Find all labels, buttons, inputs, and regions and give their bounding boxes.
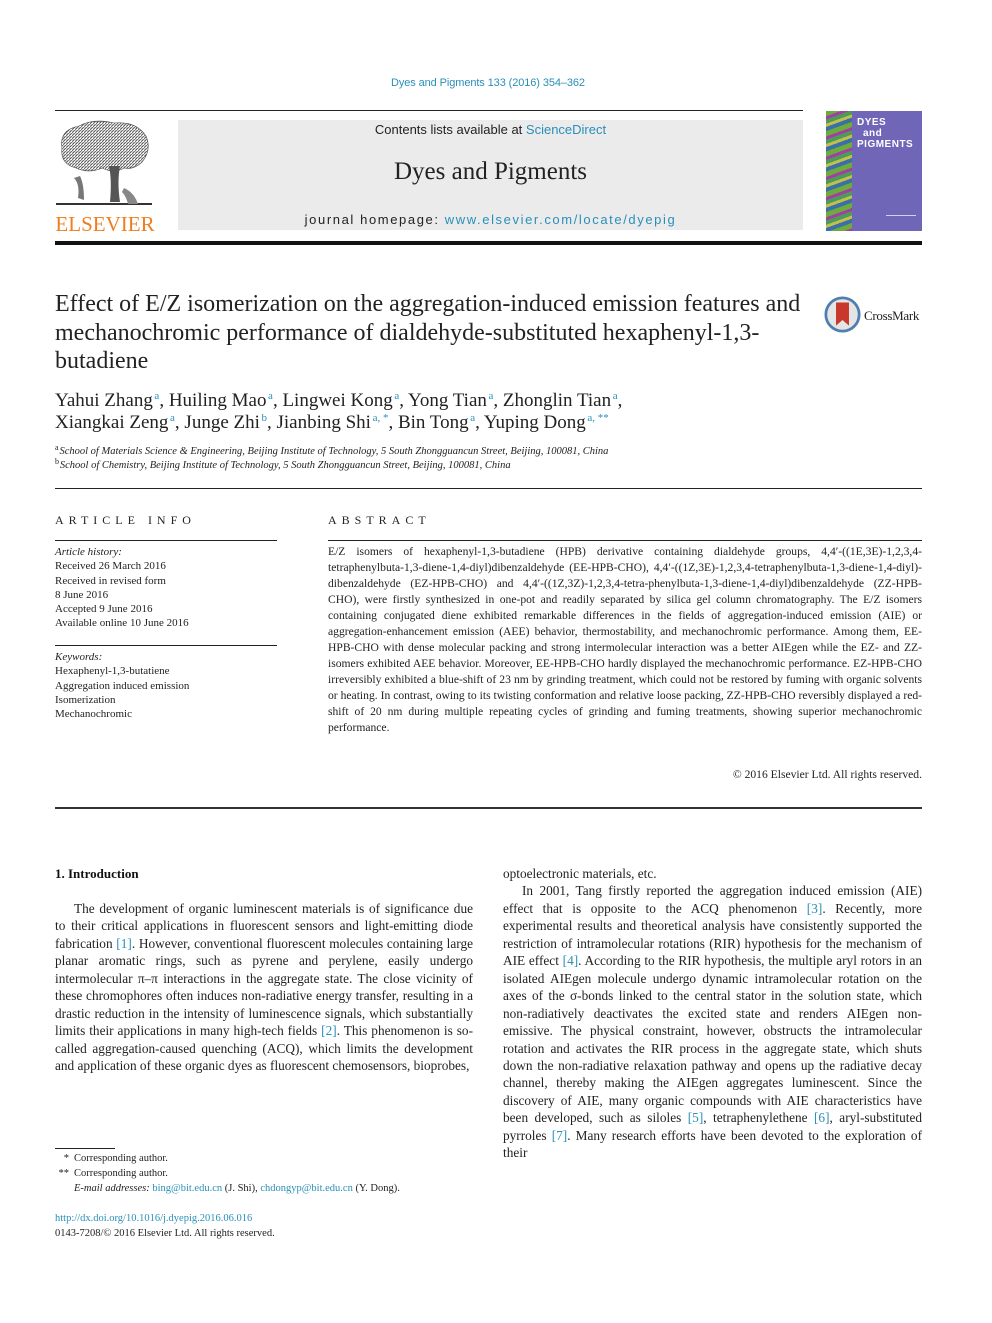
header-rule xyxy=(55,110,803,111)
abstract-copyright: © 2016 Elsevier Ltd. All rights reserved… xyxy=(732,768,922,781)
author[interactable]: Lingwei Kong a xyxy=(282,390,399,411)
footnote-emails: E-mail addresses: bing@bit.edu.cn (J. Sh… xyxy=(74,1183,400,1194)
journal-cover-image[interactable]: DYES and PIGMENTS xyxy=(826,111,922,231)
author[interactable]: Yong Tian a xyxy=(408,390,493,411)
body-column-right: optoelectronic materials, etc. In 2001, … xyxy=(503,865,922,1162)
reference-link[interactable]: [1] xyxy=(116,936,132,951)
text-run: . According to the RIR hypothesis, the m… xyxy=(503,953,923,1126)
journal-title: Dyes and Pigments xyxy=(393,158,588,185)
cover-art-strip xyxy=(826,111,852,231)
journal-homepage-line: journal homepage: www.elsevier.com/locat… xyxy=(178,212,803,227)
email-link[interactable]: bing@bit.edu.cn xyxy=(152,1183,222,1194)
affiliation-marker[interactable]: a xyxy=(394,390,399,402)
author[interactable]: Zhonglin Tian a xyxy=(503,390,618,411)
elsevier-logo[interactable]: ELSEVIER xyxy=(52,118,158,236)
footnote-rule xyxy=(55,1148,115,1149)
footnotes: * Corresponding author. ** Corresponding a… xyxy=(55,1151,485,1196)
doi-link[interactable]: http://dx.doi.org/10.1016/j.dyepig.2016.… xyxy=(55,1212,275,1227)
crossmark-label: CrossMark xyxy=(864,308,920,323)
reference-link[interactable]: [4] xyxy=(563,953,579,968)
footnote-corresponding-1: * Corresponding author. xyxy=(63,1153,168,1164)
history-item: Received in revised form xyxy=(55,574,166,587)
affiliation-marker[interactable]: a xyxy=(154,390,159,402)
intro-paragraph-continuation: optoelectronic materials, etc. xyxy=(503,866,657,881)
elsevier-wordmark: ELSEVIER xyxy=(55,212,155,236)
reference-link[interactable]: [7] xyxy=(552,1128,568,1143)
journal-masthead: Contents lists available at ScienceDirec… xyxy=(178,120,803,230)
history-item: Accepted 9 June 2016 xyxy=(55,603,153,616)
keywords: Keywords: Hexaphenyl-1,3-butatiene Aggre… xyxy=(55,650,277,721)
abstract-rule xyxy=(328,540,922,541)
article-title: Effect of E/Z isomerization on the aggre… xyxy=(55,291,801,374)
history-item: Available online 10 June 2016 xyxy=(55,617,189,630)
author[interactable]: Huiling Mao a xyxy=(169,390,273,411)
affiliation-marker[interactable]: a, * xyxy=(373,412,389,424)
author[interactable]: Jianbing Shi a, * xyxy=(276,412,388,433)
article-info-rule xyxy=(55,540,277,541)
keyword: Hexaphenyl-1,3-butatiene xyxy=(55,665,170,678)
cover-publisher-mark xyxy=(886,215,916,221)
crossmark-icon xyxy=(824,296,861,333)
text-run: , tetraphenylethene xyxy=(703,1110,814,1126)
body-column-left: The development of organic luminescent m… xyxy=(55,900,473,1075)
keyword: Mechanochromic xyxy=(55,708,132,721)
cover-title-line1: DYES xyxy=(857,117,887,128)
footnote-corresponding-2: ** Corresponding author. xyxy=(58,1168,168,1179)
affiliations: a School of Materials Science & Engineer… xyxy=(55,443,915,473)
intro-paragraph: The development of organic luminescent m… xyxy=(55,900,473,1075)
contents-line: Contents lists available at ScienceDirec… xyxy=(178,122,803,137)
author[interactable]: Yahui Zhang a xyxy=(55,390,159,411)
keywords-label: Keywords: xyxy=(55,651,103,663)
history-item: Received 26 March 2016 xyxy=(55,560,166,573)
email-link[interactable]: chdongyp@bit.edu.cn xyxy=(260,1183,353,1194)
reference-link[interactable]: [2] xyxy=(321,1023,337,1038)
abstract-heading: ABSTRACT xyxy=(328,513,431,527)
author[interactable]: Junge Zhi b xyxy=(184,412,267,433)
reference-link[interactable]: [3] xyxy=(807,901,823,916)
author[interactable]: Xiangkai Zeng a xyxy=(55,412,175,433)
article-history: Article history: Received 26 March 2016 … xyxy=(55,545,277,631)
affiliation-marker[interactable]: a xyxy=(170,412,175,424)
email-label: E-mail addresses: xyxy=(74,1183,150,1194)
journal-homepage-link[interactable]: www.elsevier.com/locate/dyepig xyxy=(445,212,677,227)
affiliation-marker[interactable]: a xyxy=(470,412,475,424)
history-item: 8 June 2016 xyxy=(55,588,109,601)
keywords-rule xyxy=(55,645,277,646)
affiliation-rule xyxy=(55,488,922,489)
author[interactable]: Yuping Dong a, ** xyxy=(484,412,609,433)
section-heading-introduction: 1. Introduction xyxy=(55,866,139,881)
affiliation-marker[interactable]: b xyxy=(261,412,267,424)
affiliation-marker[interactable]: a xyxy=(613,390,618,402)
affiliation-marker[interactable]: a xyxy=(268,390,273,402)
intro-paragraph: In 2001, Tang firstly reported the aggre… xyxy=(503,882,922,1161)
article-history-label: Article history: xyxy=(55,546,122,558)
homepage-prefix: journal homepage: xyxy=(304,212,445,227)
author[interactable]: Bin Tong a xyxy=(398,412,475,433)
masthead-rule xyxy=(55,241,922,245)
abstract-text: E/Z isomers of hexaphenyl-1,3-butadiene … xyxy=(328,545,922,734)
affiliation: b School of Chemistry, Beijing Institute… xyxy=(55,457,511,472)
elsevier-tree-icon xyxy=(56,120,152,205)
journal-citation[interactable]: Dyes and Pigments 133 (2016) 354–362 xyxy=(0,77,976,89)
issn-copyright: 0143-7208/© 2016 Elsevier Ltd. All right… xyxy=(55,1227,275,1239)
article-info-heading: ARTICLE INFO xyxy=(55,513,196,527)
affiliation-marker[interactable]: a, ** xyxy=(587,412,608,424)
sciencedirect-link[interactable]: ScienceDirect xyxy=(526,122,606,137)
abstract-end-rule xyxy=(55,807,922,809)
author-list: Yahui Zhang a, Huiling Mao a, Lingwei Ko… xyxy=(55,390,623,433)
reference-link[interactable]: [5] xyxy=(688,1110,704,1125)
affiliation-marker[interactable]: a xyxy=(489,390,494,402)
cover-title-line3: PIGMENTS xyxy=(857,139,914,150)
crossmark-button[interactable]: CrossMark xyxy=(824,296,924,336)
affiliation: a School of Materials Science & Engineer… xyxy=(55,443,609,458)
keyword: Isomerization xyxy=(55,693,116,706)
doi-block: http://dx.doi.org/10.1016/j.dyepig.2016.… xyxy=(55,1212,275,1241)
contents-prefix: Contents lists available at xyxy=(374,122,526,137)
keyword: Aggregation induced emission xyxy=(55,679,190,692)
reference-link[interactable]: [6] xyxy=(814,1110,830,1125)
cover-title: DYES and PIGMENTS xyxy=(857,117,913,150)
cover-title-line2: and xyxy=(863,128,883,139)
